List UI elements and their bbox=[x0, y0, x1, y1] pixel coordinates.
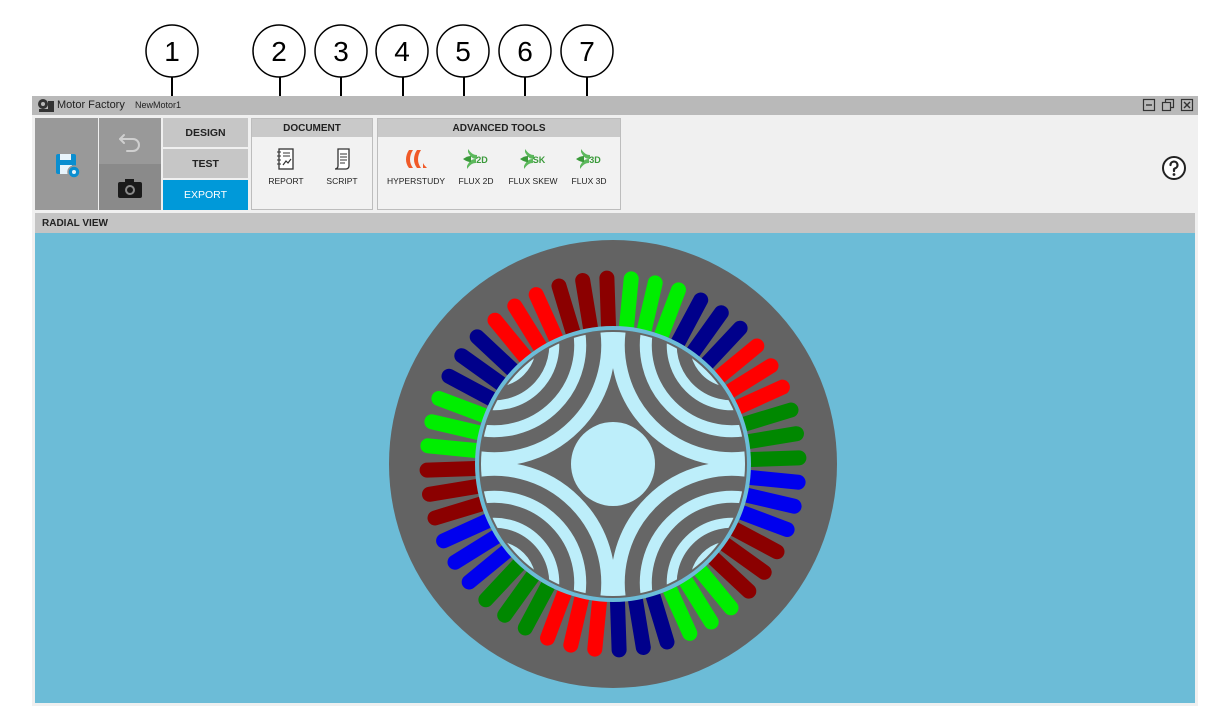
flux-3d-label: FLUX 3D bbox=[571, 176, 607, 186]
stator-slot bbox=[628, 592, 651, 655]
stator-slot bbox=[575, 273, 598, 336]
flux-2d-badge: 2D bbox=[476, 155, 488, 165]
stator-slot bbox=[742, 470, 806, 490]
stator-slot bbox=[422, 479, 485, 502]
hyperstudy-label: HYPERSTUDY bbox=[386, 176, 446, 186]
snapshot-button[interactable] bbox=[99, 164, 161, 210]
callout-6-label: 6 bbox=[517, 36, 533, 67]
stator-slot bbox=[619, 271, 639, 335]
stator-slot bbox=[743, 450, 807, 467]
undo-icon bbox=[119, 134, 140, 152]
advanced-tools-header: ADVANCED TOOLS bbox=[378, 119, 620, 137]
flux-3d-button[interactable]: 3D FLUX 3D bbox=[557, 143, 621, 193]
document-group-header: DOCUMENT bbox=[252, 119, 372, 137]
rotor-shaft bbox=[571, 422, 655, 506]
export-mode-button[interactable]: EXPORT bbox=[163, 180, 248, 210]
callout-4-label: 4 bbox=[394, 36, 410, 67]
flux-skew-badge: SK bbox=[533, 155, 546, 165]
radial-view-header: RADIAL VIEW bbox=[35, 213, 1195, 233]
stator-slot bbox=[419, 461, 483, 478]
callout-3 bbox=[314, 24, 368, 78]
callout-3-label: 3 bbox=[333, 36, 349, 67]
flux-2d-label: FLUX 2D bbox=[458, 176, 494, 186]
hyperstudy-logo-icon bbox=[406, 150, 427, 168]
motor-cross-section bbox=[389, 240, 837, 688]
motor-factory-logo-icon bbox=[38, 99, 54, 112]
stator-slot bbox=[741, 426, 804, 449]
flux-2d-icon: 2D bbox=[463, 149, 488, 169]
radial-view-viewport[interactable] bbox=[35, 233, 1195, 703]
document-title: NewMotor1 bbox=[135, 100, 182, 110]
stator-slot bbox=[587, 593, 607, 657]
undo-button[interactable] bbox=[99, 118, 161, 164]
minimize-icon[interactable] bbox=[1142, 98, 1156, 112]
stator-slot bbox=[610, 594, 627, 658]
callout-4 bbox=[375, 24, 429, 78]
app-title: Motor Factory bbox=[57, 99, 125, 111]
stator-slot bbox=[599, 270, 616, 334]
flux-skew-icon: SK bbox=[520, 149, 546, 169]
callout-2-label: 2 bbox=[271, 36, 287, 67]
script-button[interactable]: SCRIPT bbox=[310, 143, 374, 193]
callout-1-label: 1 bbox=[164, 36, 180, 67]
flux-3d-badge: 3D bbox=[589, 155, 601, 165]
callout-7-label: 7 bbox=[579, 36, 595, 67]
callout-5 bbox=[436, 24, 490, 78]
report-document-icon bbox=[277, 148, 294, 170]
restore-icon[interactable] bbox=[1161, 98, 1175, 112]
title-bar: Motor Factory NewMotor1 bbox=[32, 96, 1198, 115]
hyperstudy-button[interactable]: HYPERSTUDY bbox=[384, 143, 448, 193]
save-gear-icon bbox=[56, 154, 81, 179]
callout-7 bbox=[560, 24, 614, 78]
flux-3d-icon: 3D bbox=[576, 149, 601, 169]
stator-slot bbox=[739, 487, 802, 514]
document-group: DOCUMENT REPORT SCRIPT bbox=[251, 118, 373, 210]
save-button[interactable] bbox=[35, 118, 98, 210]
flux-2d-button[interactable]: 2D FLUX 2D bbox=[444, 143, 508, 193]
stator-slot bbox=[420, 438, 484, 458]
stator-slot bbox=[563, 590, 590, 653]
script-label: SCRIPT bbox=[326, 176, 358, 186]
stator-slot bbox=[424, 414, 487, 441]
flux-skew-button[interactable]: SK FLUX SKEW bbox=[501, 143, 565, 193]
callout-1 bbox=[145, 24, 199, 78]
flux-skew-label: FLUX SKEW bbox=[508, 176, 558, 186]
advanced-tools-group: ADVANCED TOOLS HYPERSTUDY 2D FLUX 2D SK … bbox=[377, 118, 621, 210]
report-button[interactable]: REPORT bbox=[254, 143, 318, 193]
help-question-icon[interactable] bbox=[1161, 155, 1187, 181]
test-mode-button[interactable]: TEST bbox=[163, 149, 248, 178]
script-scroll-icon bbox=[334, 148, 350, 170]
design-mode-button[interactable]: DESIGN bbox=[163, 118, 248, 147]
callout-2 bbox=[252, 24, 306, 78]
callout-5-label: 5 bbox=[455, 36, 471, 67]
ribbon-toolbar: DESIGN TEST EXPORT DOCUMENT REPORT SCRIP… bbox=[32, 115, 1198, 212]
camera-icon bbox=[118, 179, 142, 198]
report-label: REPORT bbox=[268, 176, 304, 186]
callout-6 bbox=[498, 24, 552, 78]
app-window: Motor Factory NewMotor1 DESIGN TEST EXPO… bbox=[32, 96, 1198, 706]
stator-slot bbox=[636, 275, 663, 338]
close-icon[interactable] bbox=[1180, 98, 1194, 112]
